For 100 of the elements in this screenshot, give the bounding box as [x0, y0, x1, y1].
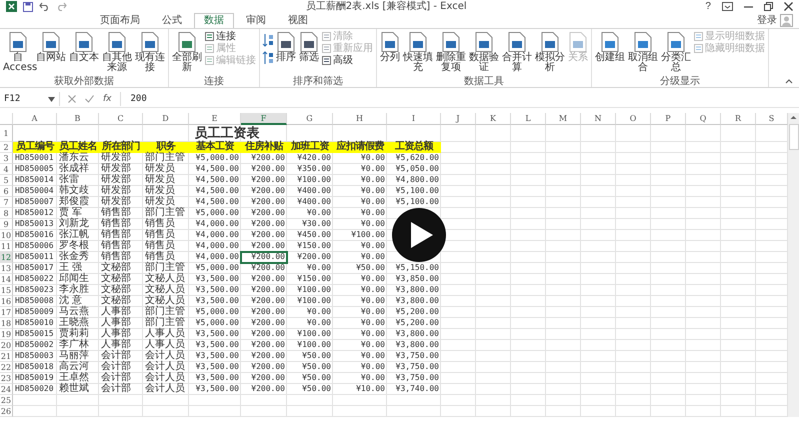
row-heading[interactable]: 23 — [0, 373, 13, 384]
column-heading[interactable]: E — [189, 113, 241, 125]
row-heading[interactable]: 16 — [0, 296, 13, 307]
column-heading[interactable]: I — [387, 113, 441, 125]
row-heading[interactable]: 12 — [0, 252, 13, 263]
row-heading[interactable]: 4 — [0, 164, 13, 175]
table-cell-text: ¥5,100.00 — [394, 186, 440, 197]
table-cell-text: 贾莉莉 — [58, 329, 90, 339]
formula-input[interactable]: 200 — [124, 94, 799, 104]
row-heading[interactable]: 26 — [0, 406, 13, 417]
ribbon-button[interactable]: 连接 — [204, 31, 257, 42]
column-heading[interactable]: Q — [686, 113, 721, 125]
caret-icon[interactable] — [48, 96, 55, 102]
row-heading[interactable]: 3 — [0, 153, 13, 164]
check-icon[interactable] — [85, 95, 94, 103]
restore-icon[interactable] — [764, 2, 773, 11]
table-cell-text: 销售部 — [100, 208, 132, 218]
ribbon-tab[interactable]: 审阅 — [236, 13, 276, 28]
ribbon-button[interactable]: 取消组合 — [627, 31, 659, 74]
column-heading[interactable]: A — [13, 113, 57, 125]
sort-ascending-icon[interactable] — [262, 33, 274, 47]
ribbon-button[interactable]: 排序 — [275, 31, 297, 64]
ribbon-button[interactable]: 快速填充 — [402, 31, 434, 74]
table-cell-text: ¥200.00 — [250, 296, 286, 307]
column-heading[interactable]: R — [721, 113, 756, 125]
row-heading[interactable]: 10 — [0, 230, 13, 241]
close-icon[interactable] — [784, 2, 793, 11]
caret-icon[interactable] — [785, 78, 793, 84]
help-button[interactable]: ? — [705, 0, 711, 12]
undo-icon[interactable] — [39, 2, 50, 11]
row-heading[interactable]: 15 — [0, 285, 13, 296]
ribbon-button[interactable]: 合并计算 — [501, 31, 533, 74]
row-heading[interactable]: 9 — [0, 219, 13, 230]
column-heading[interactable]: M — [546, 113, 581, 125]
table-cell-text: 会计部 — [100, 362, 132, 372]
row-heading[interactable]: 1 — [0, 125, 13, 142]
column-heading[interactable]: F — [241, 113, 287, 125]
table-cell-text: ¥50.00 — [301, 362, 332, 373]
ribbon-tab[interactable]: 数据 — [194, 13, 234, 28]
table-cell-text: ¥4,500.00 — [194, 175, 240, 186]
row-heading[interactable]: 6 — [0, 186, 13, 197]
ribbon-button[interactable]: 删除重复项 — [435, 31, 467, 74]
ribbon-button[interactable]: 高级 — [321, 55, 374, 66]
ribbon-button[interactable]: 现有连接 — [134, 31, 166, 74]
row-heading[interactable]: 14 — [0, 274, 13, 285]
column-heading[interactable]: P — [651, 113, 686, 125]
ribbon-display-icon[interactable] — [722, 2, 733, 11]
cancel-icon[interactable] — [68, 95, 76, 103]
table-cell-text: HD850005 — [14, 164, 55, 175]
row-heading[interactable]: 19 — [0, 329, 13, 340]
table-cell-text: ¥0.00 — [360, 296, 386, 307]
name-box[interactable]: F12 — [2, 94, 44, 104]
ribbon-button[interactable]: 自文本 — [68, 31, 100, 64]
table-cell-text: ¥5,200.00 — [394, 307, 440, 318]
row-heading[interactable]: 25 — [0, 395, 13, 406]
scroll-up-icon[interactable] — [789, 113, 798, 122]
ribbon-tab[interactable]: 视图 — [278, 13, 318, 28]
column-heading[interactable]: O — [616, 113, 651, 125]
row-heading[interactable]: 5 — [0, 175, 13, 186]
row-heading[interactable]: 8 — [0, 208, 13, 219]
ribbon-button[interactable]: 分列 — [379, 31, 401, 64]
column-heading[interactable]: J — [441, 113, 476, 125]
column-heading[interactable]: B — [57, 113, 99, 125]
column-heading[interactable]: N — [581, 113, 616, 125]
document-icon — [475, 32, 493, 52]
ribbon-button[interactable]: 创建组 — [594, 31, 626, 64]
column-heading[interactable]: G — [287, 113, 333, 125]
column-heading[interactable]: L — [511, 113, 546, 125]
ribbon-button[interactable]: 全部刷新 — [171, 31, 203, 74]
row-heading[interactable]: 21 — [0, 351, 13, 362]
row-heading[interactable]: 17 — [0, 307, 13, 318]
ribbon-button[interactable]: 筛选 — [298, 31, 320, 64]
save-icon[interactable] — [23, 2, 33, 12]
row-heading[interactable]: 24 — [0, 384, 13, 395]
column-heading[interactable]: K — [476, 113, 511, 125]
sign-in-link[interactable]: 登录 — [757, 13, 777, 27]
ribbon-button[interactable]: 自网站 — [35, 31, 67, 64]
ribbon-button[interactable]: 模拟分析 — [534, 31, 566, 74]
ribbon-tab[interactable]: 页面布局 — [90, 13, 150, 28]
column-heading[interactable]: C — [99, 113, 143, 125]
ribbon-button[interactable]: 分类汇总 — [660, 31, 692, 74]
column-heading[interactable]: H — [333, 113, 387, 125]
table-cell-text: 研发部 — [100, 186, 132, 196]
table-cell-text: 潘东云 — [58, 153, 90, 163]
sort-descending-icon[interactable] — [262, 51, 274, 65]
table-cell-text: 李广林 — [58, 340, 90, 350]
row-heading[interactable]: 7 — [0, 197, 13, 208]
ribbon-button[interactable]: 数据验证 — [468, 31, 500, 74]
ribbon-button[interactable]: 自其他来源 — [101, 31, 133, 74]
row-heading[interactable]: 13 — [0, 263, 13, 274]
row-heading[interactable]: 22 — [0, 362, 13, 373]
document-icon — [141, 32, 159, 52]
scrollbar-thumb[interactable] — [788, 124, 798, 150]
column-heading[interactable]: D — [143, 113, 189, 125]
row-heading[interactable]: 18 — [0, 318, 13, 329]
column-heading[interactable]: S — [756, 113, 788, 125]
table-cell-text: ¥150.00 — [296, 274, 332, 285]
row-heading[interactable]: 20 — [0, 340, 13, 351]
insert-function-button[interactable]: fx — [103, 94, 112, 104]
ribbon-tab[interactable]: 公式 — [152, 13, 192, 28]
